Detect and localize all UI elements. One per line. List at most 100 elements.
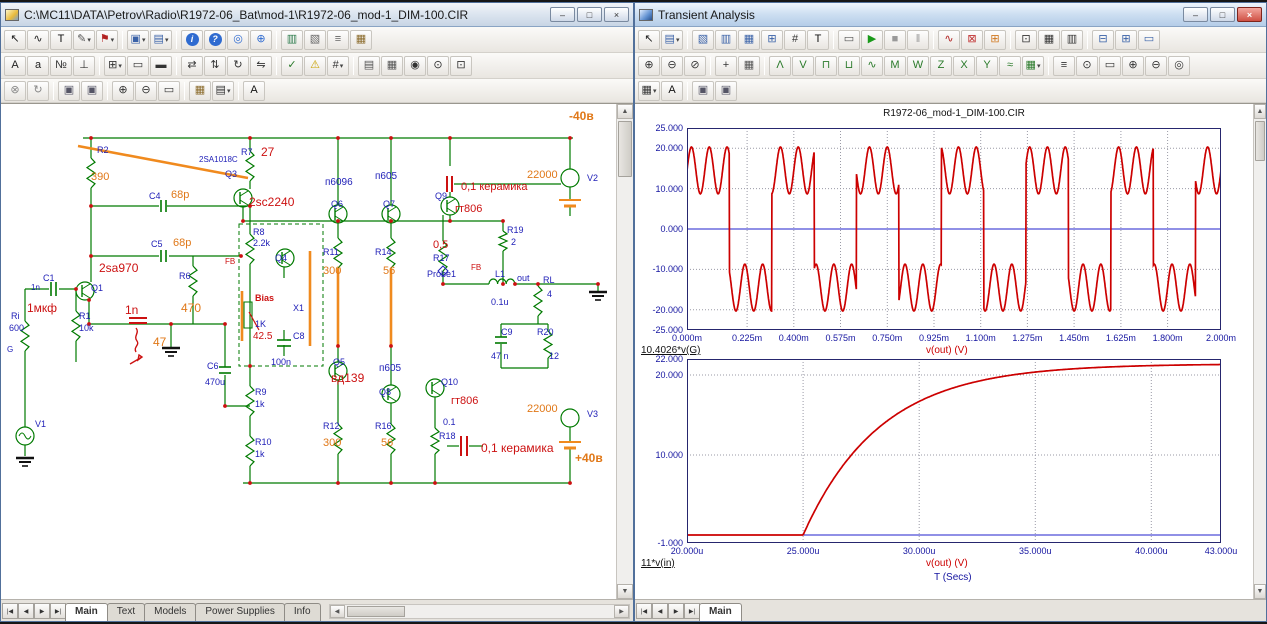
tab-power-supplies[interactable]: Power Supplies [195,603,284,621]
zoom-area-icon[interactable]: ▭ [158,81,180,101]
scroll-thumb[interactable] [618,121,632,177]
dropdown-arrow-icon[interactable]: ▾ [142,36,146,44]
close-button[interactable]: × [604,7,629,22]
zoom-out-icon[interactable]: ⊖ [135,81,157,101]
tab-nav-prev[interactable]: ◀ [18,603,34,619]
tab-nav-prev[interactable]: ◀ [652,603,668,619]
normalize-icon[interactable]: ▭ [1099,56,1121,76]
slope-icon[interactable]: Z [930,56,952,76]
tab-models[interactable]: Models [144,603,196,621]
copy-window-icon[interactable]: ▣ [715,81,737,101]
zoom-in-icon[interactable]: ⊕ [638,56,660,76]
run-button[interactable]: ▶ [861,30,883,50]
close-file-icon[interactable]: ⊗ [4,81,26,101]
grid-options-icon[interactable]: ▦▾ [638,81,660,101]
scroll-down-button[interactable]: ▼ [1254,584,1266,599]
minimize-button[interactable]: – [550,7,575,22]
tab-main[interactable]: Main [65,603,108,621]
check-model-icon[interactable]: ✓ [281,56,303,76]
warning-icon[interactable]: ⚠ [304,56,326,76]
copy-page-icon[interactable]: ▣ [58,81,80,101]
analysis-plot-area[interactable]: R1972-06_mod-1_DIM-100.CIR ▲ ▼ 25.00020.… [635,103,1266,599]
pattern-grid-icon[interactable]: #▾ [327,56,349,76]
high-icon[interactable]: ⊓ [815,56,837,76]
horizontal-scrollbar[interactable]: ◀▶ [329,604,630,619]
scroll-down-button[interactable]: ▼ [617,584,633,599]
accumulate-plots-icon[interactable]: ⊞ [984,30,1006,50]
scroll-track[interactable] [1254,119,1266,584]
zoom-in-icon[interactable]: ⊕ [112,81,134,101]
properties-icon[interactable]: ▭ [838,30,860,50]
global-high-icon[interactable]: M [884,56,906,76]
plot-1-canvas[interactable] [687,128,1221,330]
schematic-canvas[interactable]: -40вR23902SA1018CQ3R727C468p2sc2240п6096… [1,103,633,599]
tab-nav-first[interactable]: |◀ [636,603,652,619]
pause-button[interactable]: ‖ [907,30,929,50]
go-to-x-icon[interactable]: X [953,56,975,76]
dropdown-arrow-icon[interactable]: ▾ [1037,62,1041,70]
refresh-icon[interactable]: ↻ [27,81,49,101]
schematic-vscrollbar[interactable]: ▲ ▼ [616,104,633,599]
view-mode-icon[interactable]: ▤▾ [212,81,234,101]
inflection-icon[interactable]: ∿ [861,56,883,76]
scroll-thumb[interactable] [1255,121,1265,161]
scroll-track[interactable] [345,605,614,618]
zoom-auto-icon[interactable]: ⊘ [684,56,706,76]
mirror-view-icon[interactable]: ▧ [304,30,326,50]
node-numbers-icon[interactable]: № [50,56,72,76]
zoom-in-plot-icon[interactable]: ⊕ [1122,56,1144,76]
tab-info[interactable]: Info [284,603,321,621]
copy-plot-icon[interactable]: ▣ [692,81,714,101]
mirror-box-icon[interactable]: ⇋ [250,56,272,76]
minimize-button[interactable]: – [1183,7,1208,22]
scroll-up-button[interactable]: ▲ [617,104,633,119]
clear-accumulated-icon[interactable]: ⊠ [961,30,983,50]
zoom-out-plot-icon[interactable]: ⊖ [1145,56,1167,76]
tab-main[interactable]: Main [699,603,742,621]
pin-connections-icon[interactable]: ⊥ [73,56,95,76]
tab-text[interactable]: Text [107,603,145,621]
tab-nav-last[interactable]: ▶| [50,603,66,619]
cursor-panel-icon[interactable]: ▦ [738,56,760,76]
scroll-right-button[interactable]: ▶ [614,605,629,618]
file-menu-icon[interactable]: ▤▾ [661,30,683,50]
cursor-mode-icon[interactable]: ∿ [938,30,960,50]
grid-text-icon[interactable]: A [4,56,26,76]
border-icon[interactable]: ▭ [127,56,149,76]
help-mode-icon[interactable]: ? [204,30,226,50]
camera-capture-icon[interactable]: ▦ [189,81,211,101]
shape-editor-icon[interactable]: ▤▾ [150,30,172,50]
report-icon[interactable]: ≡ [327,30,349,50]
plot-2-canvas[interactable] [687,359,1221,543]
valley-icon[interactable]: V [792,56,814,76]
chart-window-icon[interactable]: ▦ [738,30,760,50]
scroll-left-button[interactable]: ◀ [330,605,345,618]
maximize-button[interactable]: □ [577,7,602,22]
select-area-icon[interactable]: ⊡ [450,56,472,76]
horizontal-tile-icon[interactable]: ⊟ [1092,30,1114,50]
ruler-icon[interactable]: ▥ [1061,30,1083,50]
select-tool-icon[interactable]: ↖ [638,30,660,50]
dropdown-arrow-icon[interactable]: ▾ [118,62,122,70]
paste-page-icon[interactable]: ▣ [81,81,103,101]
title-block-icon[interactable]: ▬ [150,56,172,76]
tokens-icon[interactable]: ▦ [1038,30,1060,50]
tab-nav-first[interactable]: |◀ [2,603,18,619]
zoom-out-icon[interactable]: ⊖ [661,56,683,76]
vertical-tile-icon[interactable]: ⊞ [1115,30,1137,50]
scope-window-icon[interactable]: ▧ [692,30,714,50]
go-to-y-icon[interactable]: Y [976,56,998,76]
tab-nav-last[interactable]: ▶| [684,603,700,619]
formula-icon[interactable]: # [784,30,806,50]
menu-icon[interactable]: ≡ [1053,56,1075,76]
tile-sheets-icon[interactable]: ▦ [381,56,403,76]
dropdown-arrow-icon[interactable]: ▾ [87,36,91,44]
numeric-output-icon[interactable]: ⊞ [761,30,783,50]
dropdown-arrow-icon[interactable]: ▾ [653,87,657,95]
analysis-titlebar[interactable]: Transient Analysis – □ × [635,3,1266,27]
point-to-component-icon[interactable]: ⊕ [250,30,272,50]
flip-horizontal-icon[interactable]: ⇄ [181,56,203,76]
tab-nav-next[interactable]: ▶ [668,603,684,619]
point-to-end-paths-icon[interactable]: ◎ [227,30,249,50]
annotate-text-icon[interactable]: A [661,81,683,101]
